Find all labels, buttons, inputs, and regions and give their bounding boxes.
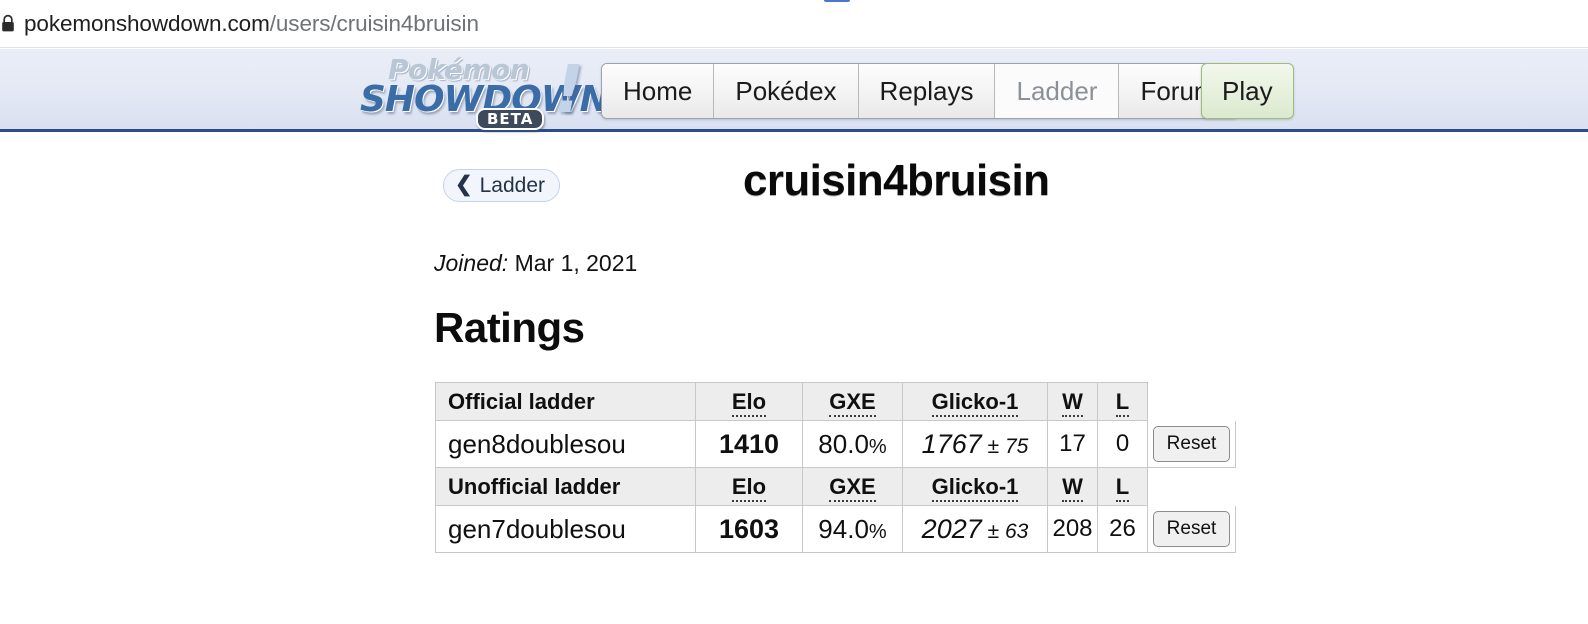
glicko-deviation: 63 xyxy=(1004,519,1029,543)
logo-exclamation-icon: ! xyxy=(554,51,585,128)
column-header-wins-label: W xyxy=(1062,388,1083,417)
glicko-value: 1767 ± 75 xyxy=(902,420,1048,468)
reset-button[interactable]: Reset xyxy=(1152,511,1231,547)
column-header-losses-label: L xyxy=(1115,473,1130,502)
glicko-separator: ± xyxy=(981,519,1005,543)
glicko-deviation: 75 xyxy=(1004,434,1029,458)
joined-label: Joined: xyxy=(434,250,509,276)
back-to-ladder-label: Ladder xyxy=(479,173,545,197)
table-row: gen7doublesou 1603 94.0% 2027 ± 63 208 2… xyxy=(435,505,1236,553)
column-header-wins-label: W xyxy=(1062,473,1083,502)
format-name: gen7doublesou xyxy=(435,505,696,553)
nav-item-replays[interactable]: Replays xyxy=(858,64,996,118)
ladder-section-title: Official ladder xyxy=(435,382,696,421)
format-name: gen8doublesou xyxy=(435,420,696,468)
column-header-wins: W xyxy=(1047,467,1098,506)
nav-item-pokedex[interactable]: Pokédex xyxy=(714,64,859,118)
glicko-separator: ± xyxy=(981,434,1005,458)
table-row: gen8doublesou 1410 80.0% 1767 ± 75 17 0 … xyxy=(435,420,1236,468)
play-button[interactable]: Play xyxy=(1201,63,1294,119)
reset-button[interactable]: Reset xyxy=(1152,426,1231,462)
url-host: pokemonshowdown.com xyxy=(24,10,270,36)
browser-url-bar[interactable]: pokemonshowdown.com/users/cruisin4bruisi… xyxy=(0,0,1588,48)
column-header-losses-label: L xyxy=(1115,388,1130,417)
back-to-ladder-button[interactable]: ❮ Ladder xyxy=(443,169,560,202)
url-text[interactable]: pokemonshowdown.com/users/cruisin4bruisi… xyxy=(24,11,479,37)
column-header-gxe: GXE xyxy=(802,467,903,506)
joined-line: Joined: Mar 1, 2021 xyxy=(434,250,637,277)
glicko-value: 2027 ± 63 xyxy=(902,505,1048,553)
wins-value: 208 xyxy=(1047,505,1098,553)
column-header-actions xyxy=(1147,467,1236,506)
pokemon-showdown-logo[interactable]: Pokémon SHOWDOWN ! BETA xyxy=(358,51,610,130)
losses-value: 26 xyxy=(1097,505,1148,553)
reset-cell: Reset xyxy=(1147,505,1236,553)
gxe-percent-sign: % xyxy=(868,435,887,458)
browser-tab-sliver[interactable] xyxy=(824,0,850,2)
elo-value: 1410 xyxy=(695,420,803,468)
glicko-rating: 1767 xyxy=(921,428,982,459)
column-header-actions xyxy=(1147,382,1236,421)
column-header-glicko: Glicko-1 xyxy=(902,382,1048,421)
column-header-wins: W xyxy=(1047,382,1098,421)
column-header-losses: L xyxy=(1097,382,1148,421)
gxe-number: 80.0 xyxy=(818,428,869,459)
gxe-value: 94.0% xyxy=(802,505,903,553)
gxe-percent-sign: % xyxy=(868,520,887,543)
lock-icon xyxy=(0,14,16,33)
main-nav: Home Pokédex Replays Ladder Forum xyxy=(601,63,1238,119)
wins-value: 17 xyxy=(1047,420,1098,468)
ratings-heading: Ratings xyxy=(434,304,585,351)
gxe-value: 80.0% xyxy=(802,420,903,468)
url-path: /users/cruisin4bruisin xyxy=(269,10,479,36)
chevron-left-icon: ❮ xyxy=(455,173,473,196)
column-header-gxe-label: GXE xyxy=(829,388,876,417)
elo-value: 1603 xyxy=(695,505,803,553)
column-header-glicko-label: Glicko-1 xyxy=(931,388,1019,417)
page-title: cruisin4bruisin xyxy=(743,156,1050,205)
column-header-elo: Elo xyxy=(695,467,803,506)
ladder-section-title: Unofficial ladder xyxy=(435,467,696,506)
column-header-elo: Elo xyxy=(695,382,803,421)
reset-cell: Reset xyxy=(1147,420,1236,468)
nav-item-ladder[interactable]: Ladder xyxy=(995,64,1120,118)
site-header: Pokémon SHOWDOWN ! BETA Home Pokédex Rep… xyxy=(0,49,1588,132)
table-header-row: Official ladder Elo GXE Glicko-1 W L xyxy=(435,382,1236,421)
column-header-gxe: GXE xyxy=(802,382,903,421)
losses-value: 0 xyxy=(1097,420,1148,468)
table-header-row: Unofficial ladder Elo GXE Glicko-1 W L xyxy=(435,467,1236,506)
column-header-glicko: Glicko-1 xyxy=(902,467,1048,506)
logo-beta-badge: BETA xyxy=(476,108,545,130)
column-header-gxe-label: GXE xyxy=(829,473,876,502)
ratings-table: Official ladder Elo GXE Glicko-1 W L gen… xyxy=(435,382,1236,553)
joined-value: Mar 1, 2021 xyxy=(514,250,638,276)
column-header-elo-label: Elo xyxy=(731,388,767,417)
glicko-rating: 2027 xyxy=(921,513,982,544)
gxe-number: 94.0 xyxy=(818,513,869,544)
column-header-elo-label: Elo xyxy=(731,473,767,502)
column-header-losses: L xyxy=(1097,467,1148,506)
nav-item-home[interactable]: Home xyxy=(602,64,715,118)
column-header-glicko-label: Glicko-1 xyxy=(931,473,1019,502)
